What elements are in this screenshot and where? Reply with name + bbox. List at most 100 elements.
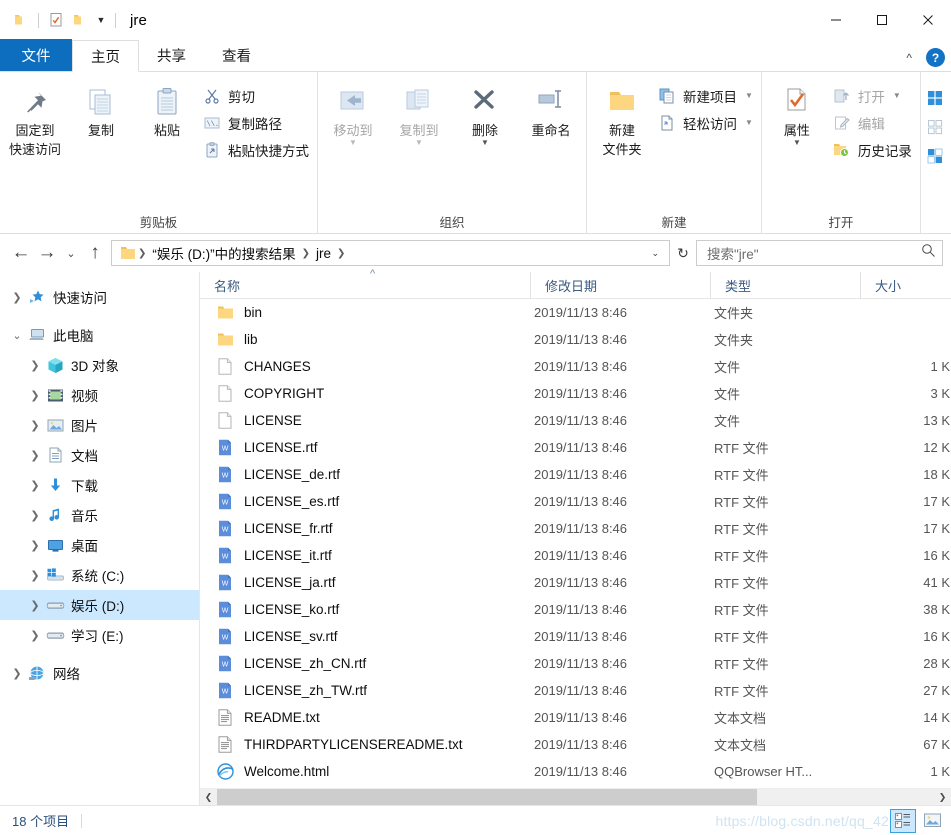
invert-selection-button[interactable]: 反向选择 bbox=[923, 143, 951, 168]
table-row[interactable]: W LICENSE_sv.rtf 2019/11/13 8:46 RTF 文件 16 K bbox=[200, 623, 951, 650]
expander-collapsed-icon[interactable]: ❯ bbox=[26, 509, 44, 522]
file-name-cell[interactable]: THIRDPARTYLICENSEREADME.txt bbox=[200, 736, 530, 754]
new-item-button[interactable]: 新建项目 ▼ bbox=[655, 83, 759, 108]
refresh-button[interactable]: ↻ bbox=[670, 240, 696, 266]
details-view-button[interactable] bbox=[890, 808, 916, 833]
qat-properties-icon[interactable] bbox=[44, 8, 68, 32]
column-header-size[interactable]: 大小 bbox=[860, 271, 950, 299]
new-item-caret[interactable]: ▼ bbox=[745, 91, 753, 100]
file-name-cell[interactable]: W LICENSE_fr.rtf bbox=[200, 520, 530, 538]
properties-button[interactable]: 属性 ▼ bbox=[764, 77, 830, 147]
easy-access-button[interactable]: 轻松访问 ▼ bbox=[655, 110, 759, 135]
tab-view[interactable]: 查看 bbox=[204, 39, 269, 71]
sidebar-item-downloads[interactable]: ❯ 下载 bbox=[0, 470, 199, 500]
large-icons-view-button[interactable] bbox=[919, 809, 945, 833]
file-name-cell[interactable]: W LICENSE_es.rtf bbox=[200, 493, 530, 511]
table-row[interactable]: W LICENSE_zh_CN.rtf 2019/11/13 8:46 RTF 文件 2… bbox=[200, 650, 951, 677]
table-row[interactable]: W LICENSE_de.rtf 2019/11/13 8:46 RTF 文件 18 K bbox=[200, 461, 951, 488]
scroll-thumb[interactable] bbox=[217, 788, 757, 806]
file-name-cell[interactable]: bin bbox=[200, 304, 530, 322]
file-name-cell[interactable]: CHANGES bbox=[200, 358, 530, 376]
expander-collapsed-icon[interactable]: ❯ bbox=[26, 419, 44, 432]
qat-dropdown-caret[interactable]: ▼ bbox=[92, 9, 110, 31]
expander-collapsed-icon[interactable]: ❯ bbox=[8, 667, 26, 680]
sidebar-item-pictures[interactable]: ❯ 图片 bbox=[0, 410, 199, 440]
delete-button[interactable]: 删除 ▼ bbox=[452, 77, 518, 147]
breadcrumb-item-0[interactable]: “娱乐 (D:)”中的搜索结果 bbox=[148, 243, 299, 263]
expander-collapsed-icon[interactable]: ❯ bbox=[26, 569, 44, 582]
breadcrumb-sep-2[interactable]: ❯ bbox=[335, 248, 347, 259]
file-name-cell[interactable]: W LICENSE_de.rtf bbox=[200, 466, 530, 484]
table-row[interactable]: W LICENSE_es.rtf 2019/11/13 8:46 RTF 文件 17 K bbox=[200, 488, 951, 515]
sidebar-item-system-c[interactable]: ❯ 系统 (C:) bbox=[0, 560, 199, 590]
tab-share[interactable]: 共享 bbox=[139, 39, 204, 71]
move-to-caret[interactable]: ▼ bbox=[349, 139, 357, 147]
table-row[interactable]: CHANGES 2019/11/13 8:46 文件 1 K bbox=[200, 353, 951, 380]
qat-folder-icon[interactable] bbox=[9, 8, 33, 32]
sidebar-item-videos[interactable]: ❯ 视频 bbox=[0, 380, 199, 410]
column-header-name[interactable]: 名称 ^ bbox=[200, 268, 530, 299]
tab-file[interactable]: 文件 bbox=[0, 39, 72, 71]
scroll-left-arrow[interactable]: ❮ bbox=[200, 788, 217, 806]
search-box[interactable]: 搜索"jre" bbox=[696, 240, 943, 266]
easy-access-caret[interactable]: ▼ bbox=[745, 118, 753, 127]
sidebar-item-documents[interactable]: ❯ 文档 bbox=[0, 440, 199, 470]
forward-button[interactable]: → bbox=[34, 240, 60, 266]
file-name-cell[interactable]: W LICENSE.rtf bbox=[200, 439, 530, 457]
column-header-type[interactable]: 类型 bbox=[710, 271, 860, 299]
copy-button[interactable]: 复制 bbox=[68, 77, 134, 139]
open-button[interactable]: 打开 ▼ bbox=[830, 83, 918, 108]
move-to-button[interactable]: 移动到 ▼ bbox=[320, 77, 386, 147]
expander-collapsed-icon[interactable]: ❯ bbox=[26, 629, 44, 642]
copy-to-caret[interactable]: ▼ bbox=[415, 139, 423, 147]
table-row[interactable]: bin 2019/11/13 8:46 文件夹 bbox=[200, 299, 951, 326]
table-row[interactable]: W LICENSE_zh_TW.rtf 2019/11/13 8:46 RTF 文件 2… bbox=[200, 677, 951, 704]
file-name-cell[interactable]: W LICENSE_ko.rtf bbox=[200, 601, 530, 619]
file-name-cell[interactable]: lib bbox=[200, 331, 530, 349]
table-row[interactable]: COPYRIGHT 2019/11/13 8:46 文件 3 K bbox=[200, 380, 951, 407]
delete-caret[interactable]: ▼ bbox=[481, 139, 489, 147]
pin-to-quick-access-button[interactable]: 固定到 快速访问 bbox=[2, 77, 68, 158]
address-dropdown-icon[interactable]: ⌄ bbox=[645, 248, 665, 259]
expander-collapsed-icon[interactable]: ❯ bbox=[8, 291, 26, 304]
file-name-cell[interactable]: W LICENSE_zh_TW.rtf bbox=[200, 682, 530, 700]
open-caret[interactable]: ▼ bbox=[893, 91, 901, 100]
history-button[interactable]: 历史记录 bbox=[830, 137, 918, 162]
sidebar-item-music[interactable]: ❯ 音乐 bbox=[0, 500, 199, 530]
recent-locations-button[interactable]: ⌄ bbox=[60, 240, 82, 266]
sidebar-item-network[interactable]: ❯ 网络 bbox=[0, 658, 199, 688]
file-name-cell[interactable]: COPYRIGHT bbox=[200, 385, 530, 403]
new-folder-button[interactable]: 新建 文件夹 bbox=[589, 77, 655, 158]
sidebar-item-study-e[interactable]: ❯ 学习 (E:) bbox=[0, 620, 199, 650]
expander-collapsed-icon[interactable]: ❯ bbox=[26, 539, 44, 552]
qat-new-folder-icon[interactable] bbox=[68, 8, 92, 32]
table-row[interactable]: W LICENSE.rtf 2019/11/13 8:46 RTF 文件 12 K bbox=[200, 434, 951, 461]
sidebar-item-this-pc[interactable]: ⌄ 此电脑 bbox=[0, 320, 199, 350]
back-button[interactable]: ← bbox=[8, 240, 34, 266]
breadcrumb-item-1[interactable]: jre bbox=[312, 246, 335, 261]
help-button[interactable]: ? bbox=[926, 48, 945, 67]
horizontal-scrollbar[interactable]: ❮ ❯ bbox=[200, 788, 951, 806]
cut-button[interactable]: 剪切 bbox=[200, 83, 315, 108]
select-none-button[interactable]: 全部取消 bbox=[923, 114, 951, 139]
expander-collapsed-icon[interactable]: ❯ bbox=[26, 449, 44, 462]
copy-path-button[interactable]: \\.. 复制路径 bbox=[200, 110, 315, 135]
sidebar-item-entertainment-d[interactable]: ❯ 娱乐 (D:) bbox=[0, 590, 199, 620]
rename-button[interactable]: 重命名 bbox=[518, 77, 584, 139]
sidebar-item-3d-objects[interactable]: ❯ 3D 对象 bbox=[0, 350, 199, 380]
table-row[interactable]: Welcome.html 2019/11/13 8:46 QQBrowser HT.… bbox=[200, 758, 951, 785]
expander-collapsed-icon[interactable]: ❯ bbox=[26, 599, 44, 612]
column-header-date[interactable]: 修改日期 bbox=[530, 271, 710, 299]
search-input[interactable]: 搜索"jre" bbox=[707, 243, 921, 263]
paste-shortcut-button[interactable]: 粘贴快捷方式 bbox=[200, 137, 315, 162]
table-row[interactable]: W LICENSE_fr.rtf 2019/11/13 8:46 RTF 文件 17 K bbox=[200, 515, 951, 542]
file-name-cell[interactable]: W LICENSE_zh_CN.rtf bbox=[200, 655, 530, 673]
expander-collapsed-icon[interactable]: ❯ bbox=[26, 389, 44, 402]
table-row[interactable]: W LICENSE_it.rtf 2019/11/13 8:46 RTF 文件 16 K bbox=[200, 542, 951, 569]
maximize-button[interactable] bbox=[859, 0, 905, 40]
table-row[interactable]: LICENSE 2019/11/13 8:46 文件 13 K bbox=[200, 407, 951, 434]
minimize-button[interactable] bbox=[813, 0, 859, 40]
edit-button[interactable]: 编辑 bbox=[830, 110, 918, 135]
select-all-button[interactable]: 全部选择 bbox=[923, 85, 951, 110]
file-name-cell[interactable]: README.txt bbox=[200, 709, 530, 727]
